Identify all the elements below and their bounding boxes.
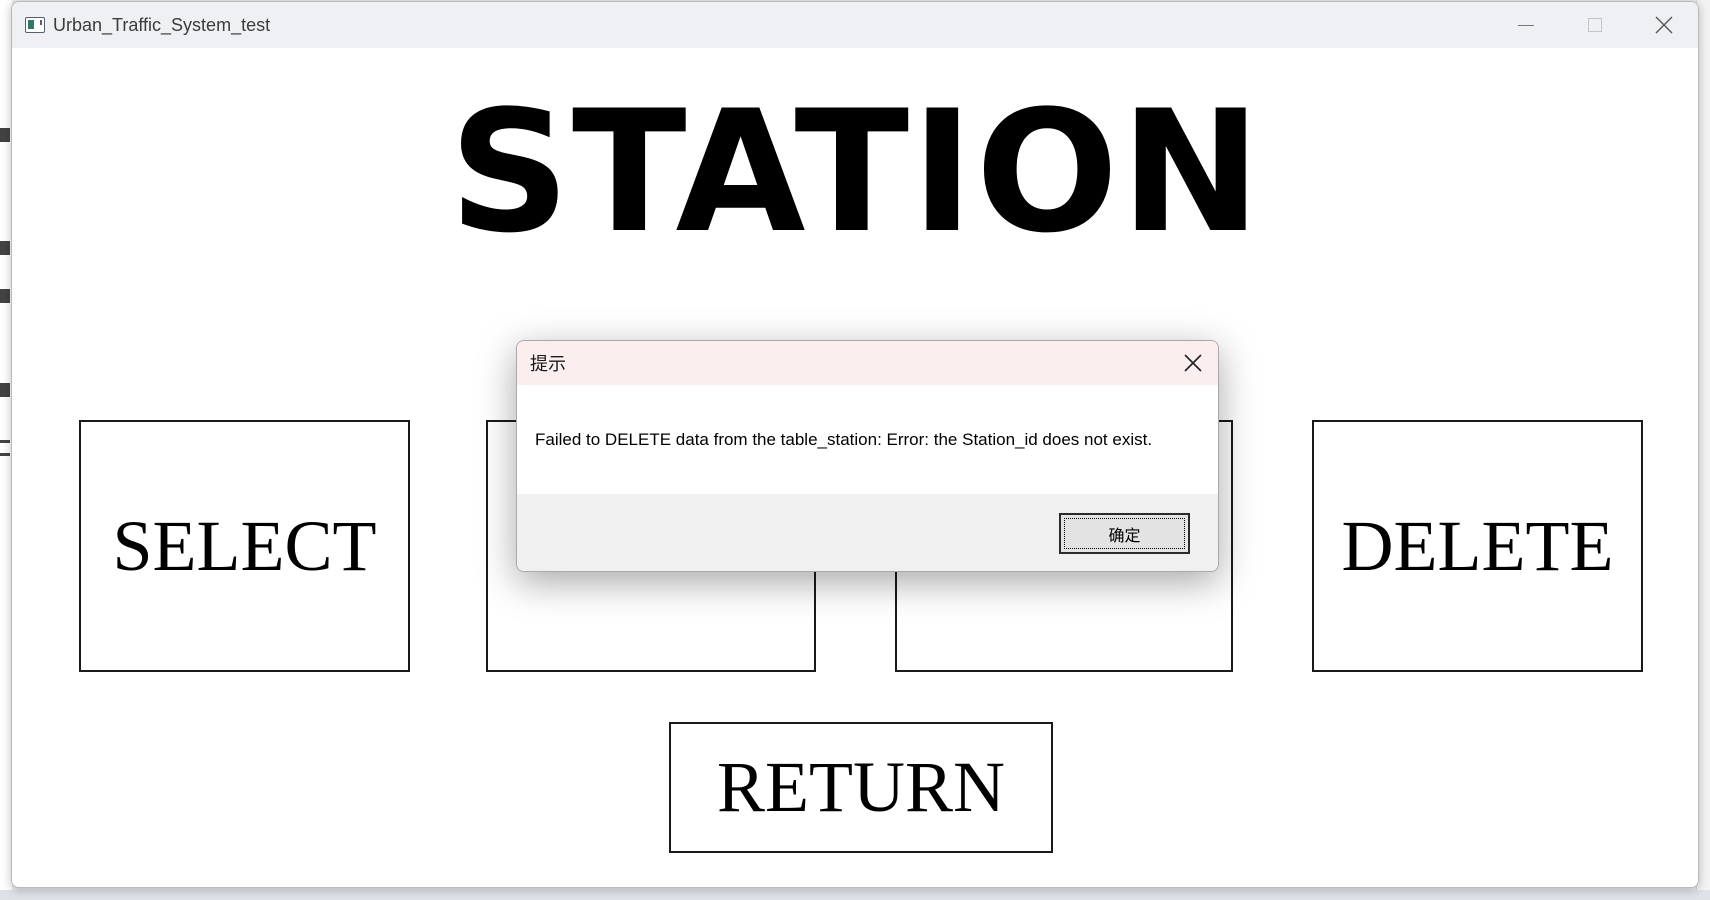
desktop-fragment bbox=[0, 440, 10, 443]
window-controls bbox=[1491, 2, 1698, 48]
app-icon bbox=[25, 17, 45, 33]
window-titlebar[interactable]: Urban_Traffic_System_test bbox=[12, 2, 1698, 48]
maximize-icon bbox=[1587, 18, 1602, 32]
desktop-fragment bbox=[0, 289, 10, 303]
maximize-button[interactable] bbox=[1560, 2, 1629, 48]
desktop-fragment bbox=[0, 128, 10, 142]
return-button[interactable]: RETURN bbox=[669, 722, 1053, 853]
desktop-background-bottom bbox=[0, 890, 1710, 900]
focus-ring bbox=[1064, 518, 1185, 549]
window-title: Urban_Traffic_System_test bbox=[53, 14, 271, 35]
ok-button[interactable]: 确定 bbox=[1059, 513, 1190, 554]
dialog-body: Failed to DELETE data from the table_sta… bbox=[517, 385, 1218, 494]
dialog-footer: 确定 bbox=[517, 494, 1218, 571]
dialog-title: 提示 bbox=[530, 354, 566, 375]
page-title: STATION bbox=[448, 74, 1264, 270]
desktop-fragment bbox=[0, 453, 10, 456]
dialog-message: Failed to DELETE data from the table_sta… bbox=[535, 430, 1153, 449]
desktop-fragment bbox=[0, 383, 10, 397]
minimize-icon bbox=[1517, 24, 1534, 26]
dialog-close-button[interactable] bbox=[1168, 341, 1218, 385]
close-icon bbox=[1655, 16, 1672, 34]
desktop-fragment bbox=[0, 241, 10, 255]
close-button[interactable] bbox=[1629, 2, 1698, 48]
minimize-button[interactable] bbox=[1491, 2, 1560, 48]
close-icon bbox=[1184, 354, 1202, 372]
select-button[interactable]: SELECT bbox=[79, 420, 410, 672]
message-dialog: 提示 Failed to DELETE data from the table_… bbox=[516, 340, 1219, 572]
dialog-titlebar[interactable]: 提示 bbox=[517, 341, 1218, 385]
delete-button[interactable]: DELETE bbox=[1312, 420, 1643, 672]
